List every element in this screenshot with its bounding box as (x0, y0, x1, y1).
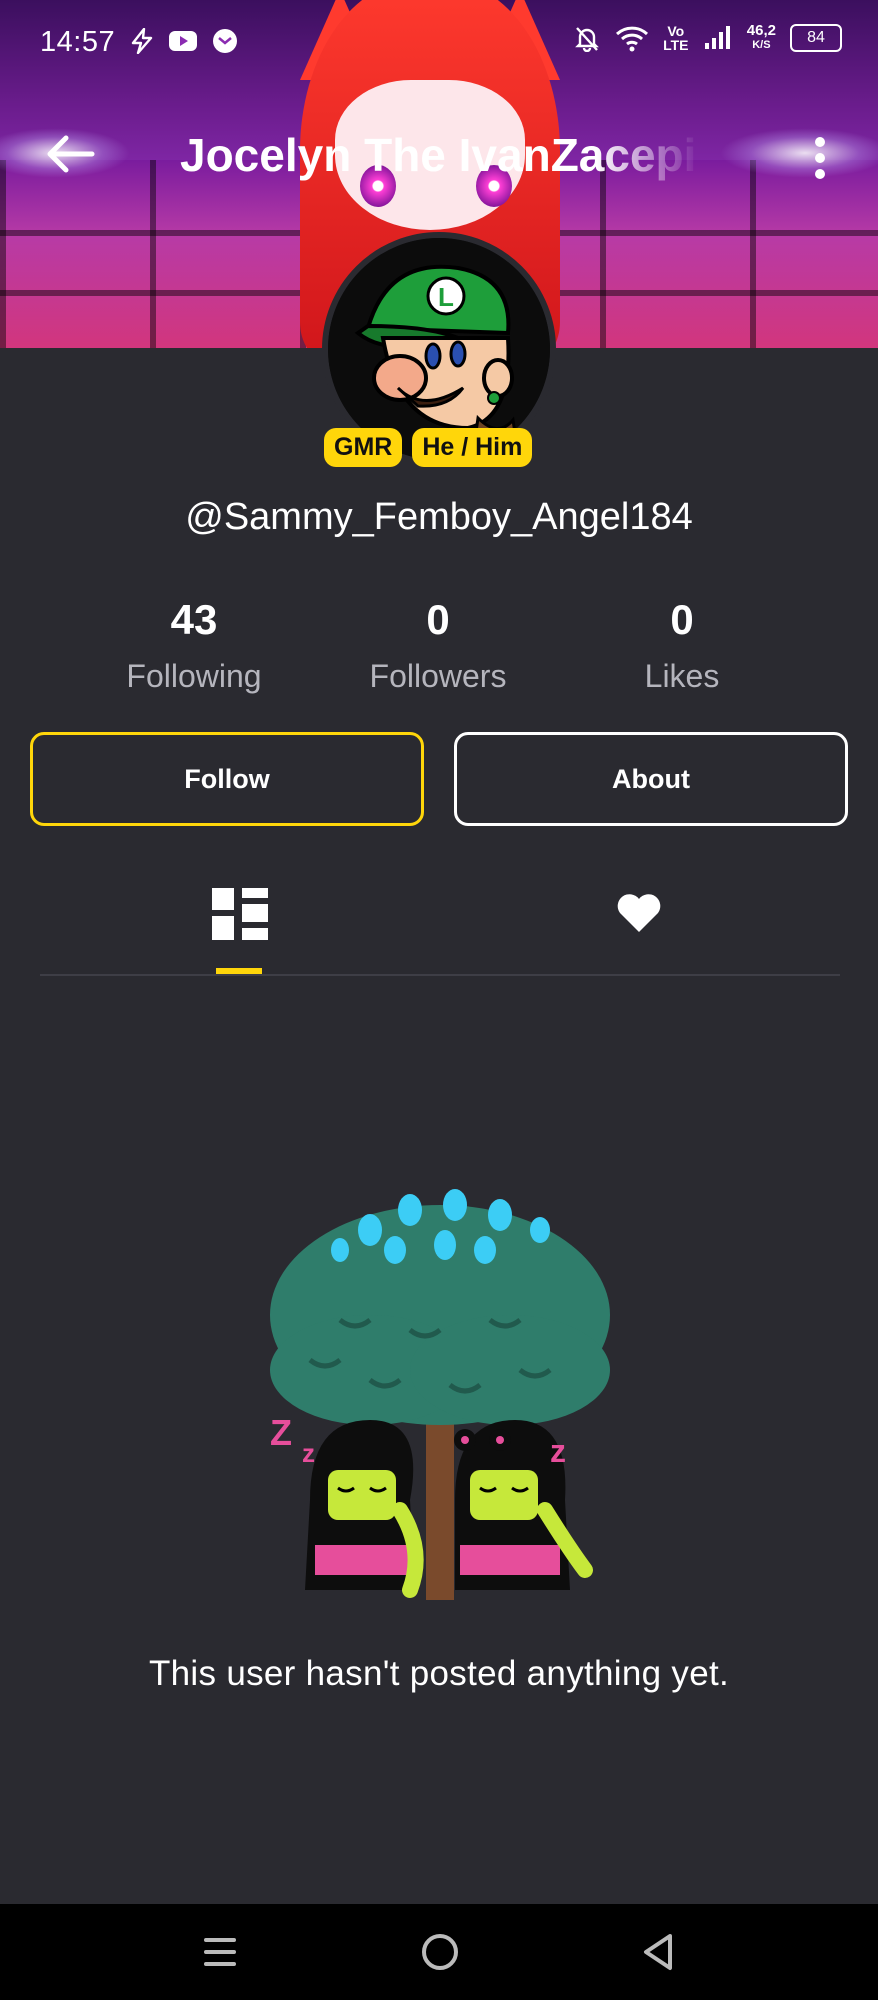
follow-button[interactable]: Follow (30, 732, 424, 826)
svg-text:Z: Z (270, 1412, 292, 1453)
battery-indicator: 84 (790, 24, 842, 52)
heart-icon[interactable] (616, 892, 662, 934)
stat-followers[interactable]: 0 Followers (338, 596, 538, 695)
page-title: Jocelyn The IvanZacepi (180, 129, 697, 181)
mail-icon (213, 29, 237, 53)
network-type: Vo LTE (663, 23, 689, 53)
network-speed: 46,2 K/S (746, 22, 776, 52)
menu-icon[interactable] (200, 1930, 240, 1974)
back-arrow-icon[interactable] (44, 134, 96, 174)
network-speed-value: 46,2 (746, 22, 776, 39)
stat-value: 0 (670, 596, 694, 643)
stat-value: 0 (426, 596, 450, 643)
stat-likes[interactable]: 0 Likes (582, 596, 782, 695)
svg-text:L: L (438, 282, 454, 312)
svg-text:z: z (302, 1438, 315, 1468)
more-options-icon[interactable] (810, 136, 830, 180)
network-speed-unit: K/S (752, 39, 771, 51)
wifi-icon (615, 26, 648, 52)
youtube-icon (169, 31, 197, 51)
avatar-image: L (328, 238, 550, 460)
stat-following[interactable]: 43 Following (94, 596, 294, 695)
bolt-icon (131, 28, 153, 54)
stat-label: Followers (369, 658, 507, 694)
status-system-icons: Vo LTE 46,2 K/S 84 (573, 22, 842, 53)
home-icon[interactable] (418, 1930, 462, 1974)
badge-pronouns: He / Him (412, 428, 533, 467)
stat-label: Following (126, 658, 262, 694)
banner-light (720, 128, 878, 178)
grid-icon[interactable] (212, 888, 268, 940)
svg-text:z: z (550, 1433, 566, 1469)
status-bar: 14:57 Vo LTE 46,2 K/S 84 (0, 0, 878, 88)
bell-off-icon (574, 27, 599, 52)
tabs-divider (40, 974, 840, 976)
stat-label: Likes (644, 658, 720, 694)
empty-state-message: This user hasn't posted anything yet. (148, 1654, 730, 1693)
signal-icon (704, 26, 730, 49)
status-notification-icons (130, 28, 238, 54)
badge-gmr: GMR (324, 428, 403, 467)
sleeping-tree-illustration: Z z z (270, 1189, 610, 1600)
back-triangle-icon[interactable] (638, 1930, 678, 1974)
about-button[interactable]: About (454, 732, 848, 826)
status-time: 14:57 (40, 26, 116, 58)
username: @Sammy_Femboy_Angel184 (185, 496, 693, 538)
profile-badges: GMR He / Him (324, 428, 533, 467)
stat-value: 43 (170, 596, 218, 643)
